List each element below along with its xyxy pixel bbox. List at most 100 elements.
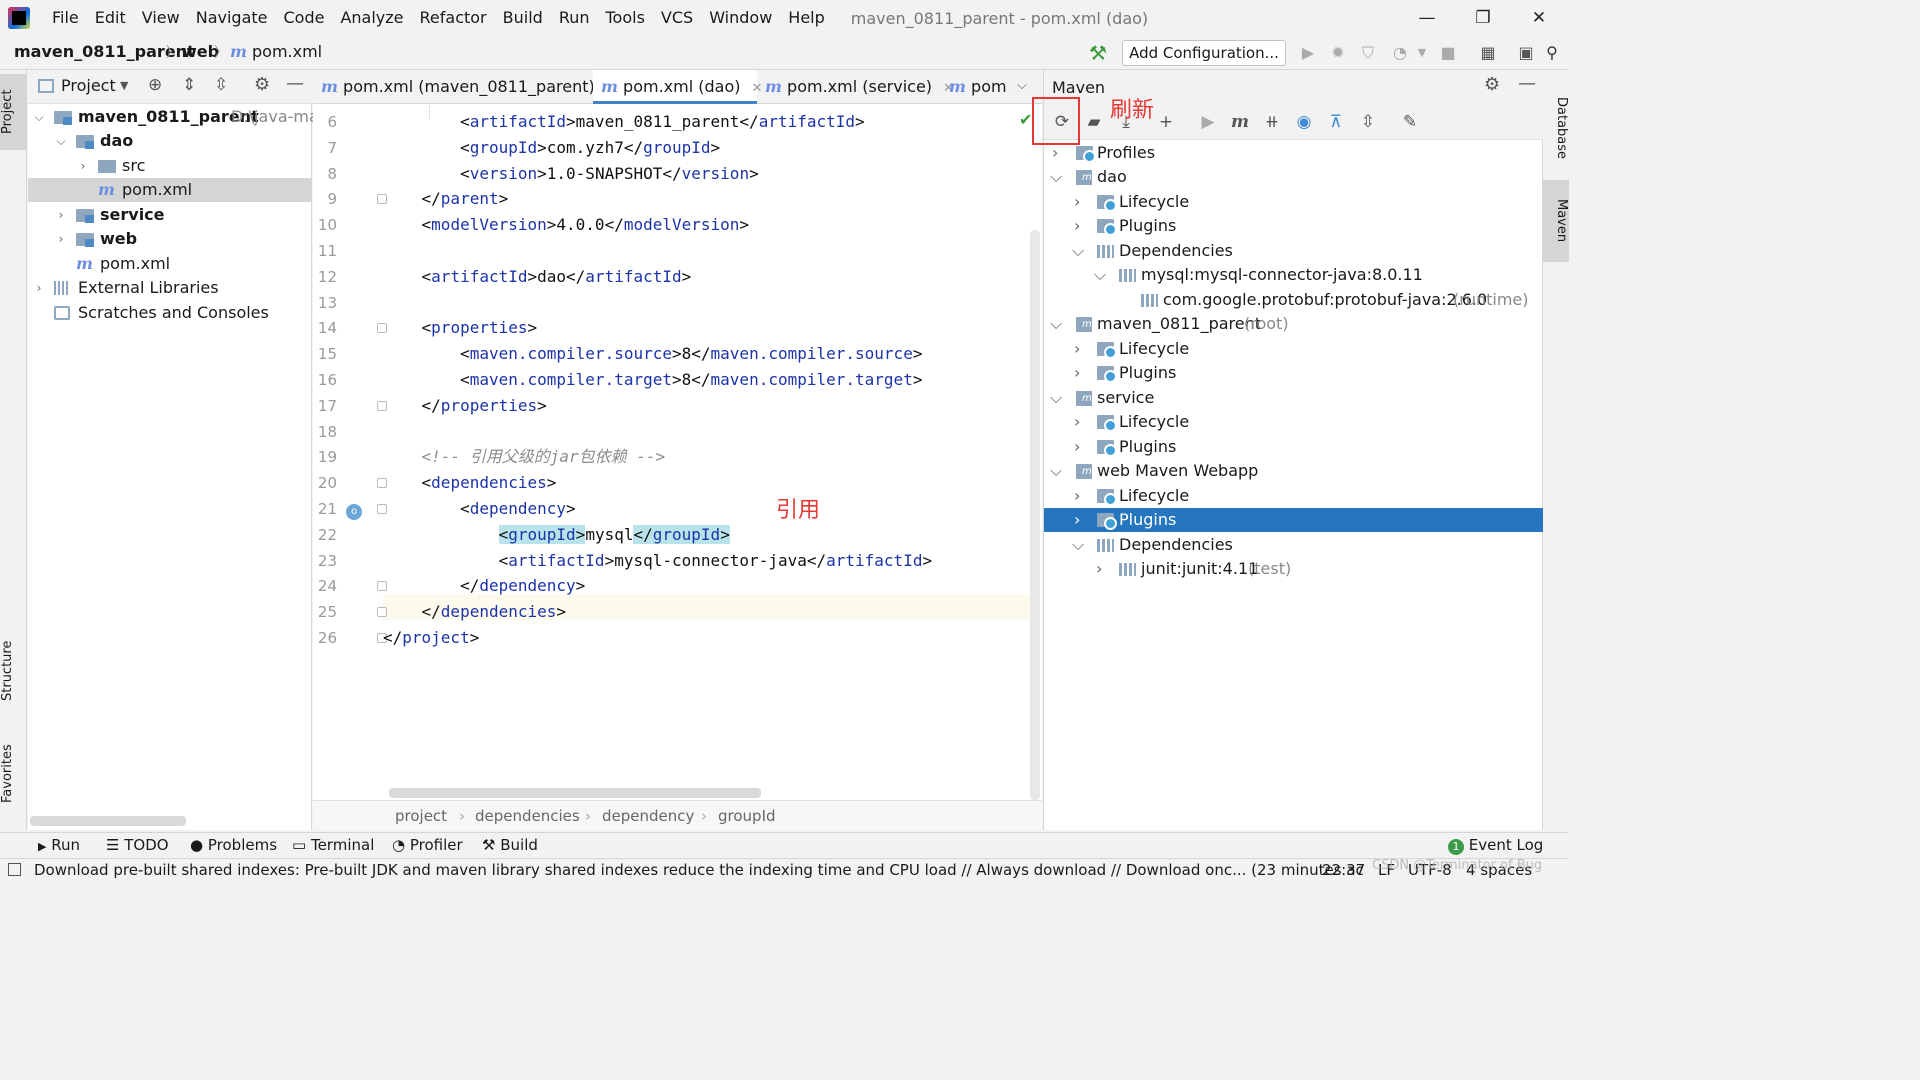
gear-icon[interactable]: ⚙ [254,74,270,95]
toggle-offline-icon[interactable]: ⧺ [1260,110,1284,134]
project-view-selector[interactable]: Project [61,76,116,95]
chevron-right-icon[interactable]: › [1074,190,1080,214]
code-line[interactable]: <artifactId>maven_0811_parent</artifactI… [383,109,865,135]
code-line[interactable]: <!-- 引用父级的jar包依赖 --> [383,444,666,470]
implemented-gutter-icon[interactable]: o [346,504,362,520]
maven-tree-lifecycle[interactable]: › Lifecycle [1044,410,1543,434]
chevron-down-icon[interactable]: ▼ [1410,41,1434,65]
project-structure-icon[interactable]: ▦ [1476,41,1500,65]
maven-tree-plugins[interactable]: › Plugins [1044,214,1543,238]
vertical-scrollbar[interactable] [1030,230,1040,800]
maven-tree-dependencies[interactable]: ⌵ Dependencies [1044,239,1543,263]
add-icon[interactable]: + [1154,110,1178,134]
menu-edit[interactable]: Edit [87,0,134,36]
chevron-down-icon[interactable]: ⌵ [1072,533,1084,557]
code-line[interactable]: <maven.compiler.target>8</maven.compiler… [383,367,922,393]
project-tool-tab[interactable]: Project [0,74,27,150]
chevron-right-icon[interactable]: › [1074,337,1080,361]
structure-tool-tab[interactable]: Structure [0,626,27,716]
code-line[interactable]: <artifactId>mysql-connector-java</artifa… [383,548,933,574]
breadcrumb-project-tag[interactable]: project [395,801,447,831]
profile-icon[interactable]: ◔ [1388,41,1412,65]
tab-pom-parent[interactable]: m pom.xml (maven_0811_parent) ✕ [321,70,617,104]
favorites-tool-tab[interactable]: Favorites [0,732,27,816]
menu-run[interactable]: Run [551,0,598,36]
locate-target-icon[interactable]: ⊕ [148,75,162,95]
code-line[interactable]: <modelVersion>4.0.0</modelVersion> [383,212,750,238]
hide-panel-icon[interactable]: — [286,73,304,94]
stop-icon[interactable]: ■ [1436,41,1460,65]
maven-tree-lifecycle[interactable]: › Lifecycle [1044,190,1543,214]
menu-file[interactable]: File [44,0,87,36]
maven-tree-dependency[interactable]: com.google.protobuf:protobuf-java:2.6.0 … [1044,288,1543,312]
debug-icon[interactable]: ✹ [1326,41,1350,65]
profiler-tool-tab[interactable]: ◔ Profiler [392,836,463,854]
chevron-down-icon[interactable]: ⌵ [1050,386,1062,410]
tree-item-root-project[interactable]: ⌵ maven_0811_parent D:\java-ma [28,105,318,129]
maven-tree-service[interactable]: ⌵ service [1044,386,1543,410]
run-icon[interactable]: ▶ [1296,41,1320,65]
chevron-down-icon[interactable]: ⌵ [54,129,68,153]
chevron-right-icon[interactable]: › [1074,361,1080,385]
maven-tree-plugins[interactable]: › Plugins [1044,435,1543,459]
tree-item-web[interactable]: › web [28,227,312,251]
run-maven-build-icon[interactable]: ▶ [1196,110,1220,134]
layout-icon[interactable]: ▣ [1514,41,1538,65]
code-area[interactable]: <artifactId>maven_0811_parent</artifactI… [383,105,1031,795]
menu-help[interactable]: Help [780,0,832,36]
tree-item-external-libraries[interactable]: › External Libraries [28,276,312,300]
maven-tree-profiles[interactable]: › Profiles [1044,141,1543,165]
skip-tests-icon[interactable]: ◉ [1292,110,1316,134]
maven-tree-parent[interactable]: ⌵ maven_0811_parent (root) [1044,312,1543,336]
chevron-right-icon[interactable]: › [1074,484,1080,508]
expand-all-icon[interactable]: ⇕ [182,75,196,95]
code-line[interactable]: <properties> [383,315,538,341]
maven-tool-tab[interactable]: Maven [1543,180,1569,262]
breadcrumb-groupid-tag[interactable]: groupId [718,801,776,831]
close-button[interactable]: ✕ [1510,0,1568,36]
breadcrumb-dependencies-tag[interactable]: dependencies [475,801,580,831]
horizontal-scrollbar[interactable] [30,816,186,826]
collapse-all-icon[interactable]: ⇳ [1356,110,1380,134]
code-line[interactable]: <dependency> [383,496,576,522]
tree-item-scratches[interactable]: Scratches and Consoles [28,301,312,325]
chevron-right-icon[interactable]: › [1074,214,1080,238]
maven-tree-web[interactable]: ⌵ web Maven Webapp [1044,459,1543,483]
chevron-right-icon[interactable]: › [1074,508,1080,532]
menu-window[interactable]: Window [701,0,780,36]
code-line[interactable]: <groupId>com.yzh7</groupId> [383,135,720,161]
todo-tool-tab[interactable]: ☰ TODO [106,836,169,854]
tab-pom-service[interactable]: m pom.xml (service) ✕ [765,70,954,104]
tree-item-service[interactable]: › service [28,203,312,227]
build-hammer-icon[interactable]: ⚒ [1086,41,1110,65]
chevron-down-icon[interactable]: ⌵ [1050,459,1062,483]
build-tool-tab[interactable]: ⚒ Build [482,836,538,854]
chevron-down-icon[interactable]: ⌵ [1050,312,1062,336]
menu-code[interactable]: Code [276,0,333,36]
toggle-tool-windows-icon[interactable] [8,863,21,876]
code-line[interactable]: </dependency> [383,573,585,599]
chevron-down-icon[interactable]: ⌵ [1050,165,1062,189]
maven-tree-plugins-selected[interactable]: › Plugins [1044,508,1543,532]
maven-tree-plugins[interactable]: › Plugins [1044,361,1543,385]
tab-pom-web[interactable]: m pom [949,70,1009,104]
menu-refactor[interactable]: Refactor [412,0,495,36]
maven-tree-dependencies[interactable]: ⌵ Dependencies [1044,533,1543,557]
horizontal-scrollbar[interactable] [389,788,761,798]
hide-panel-icon[interactable]: — [1518,73,1536,94]
tab-pom-dao[interactable]: m pom.xml (dao) ✕ [593,70,762,104]
database-tool-tab[interactable]: Database [1543,80,1569,176]
chevron-right-icon[interactable]: › [32,276,46,300]
status-time[interactable]: 22:37 [1322,859,1365,881]
menu-navigate[interactable]: Navigate [188,0,276,36]
add-configuration-button[interactable]: Add Configuration... [1122,40,1286,66]
terminal-tool-tab[interactable]: ▭ Terminal [292,836,374,854]
menu-analyze[interactable]: Analyze [332,0,411,36]
chevron-down-icon[interactable]: ⌵ [32,105,46,129]
code-line[interactable]: <groupId>mysql</groupId> [383,522,730,548]
execute-maven-goal-icon[interactable]: m [1228,110,1252,134]
code-line[interactable]: <version>1.0-SNAPSHOT</version> [383,161,759,187]
collapse-all-icon[interactable]: ⇳ [214,75,228,95]
event-log-tool-tab[interactable]: 1 Event Log [1448,836,1543,855]
menu-view[interactable]: View [134,0,188,36]
